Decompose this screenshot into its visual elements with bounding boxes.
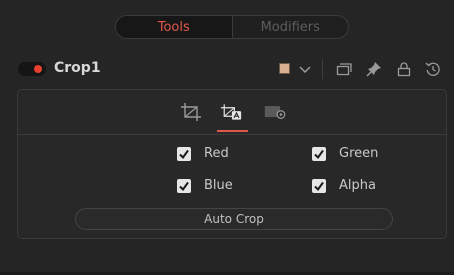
control-tabs: [18, 90, 446, 135]
reset-icon[interactable]: [424, 60, 442, 78]
chevron-down-icon[interactable]: [296, 60, 314, 78]
crop-icon[interactable]: [180, 102, 202, 122]
pin-icon[interactable]: [365, 60, 383, 78]
alpha-label: Alpha: [339, 178, 376, 193]
versions-icon[interactable]: [335, 60, 353, 78]
auto-crop-button[interactable]: Auto Crop: [75, 208, 393, 230]
lock-icon[interactable]: [395, 60, 413, 78]
inspector-tabs: Tools Modifiers: [115, 15, 349, 39]
green-label: Green: [339, 146, 379, 161]
checkmark-icon: [179, 149, 189, 159]
blue-checkbox[interactable]: [177, 178, 191, 193]
channel-green[interactable]: Green: [312, 146, 378, 161]
inspector-panel: Tools Modifiers Crop1 Red Green Blue Alp…: [0, 0, 454, 275]
tool-controls: Red Green Blue Alpha Auto Crop: [17, 89, 447, 239]
channel-alpha[interactable]: Alpha: [312, 178, 376, 193]
tool-enable-toggle[interactable]: [18, 62, 46, 76]
red-checkbox[interactable]: [177, 146, 191, 161]
active-tab-indicator: [217, 130, 248, 132]
checkmark-icon: [314, 149, 324, 159]
alpha-checkbox[interactable]: [312, 178, 326, 193]
color-swatch-icon[interactable]: [279, 63, 290, 74]
tab-modifiers[interactable]: Modifiers: [233, 16, 349, 38]
settings-icon[interactable]: [264, 102, 286, 122]
auto-crop-icon[interactable]: [220, 102, 242, 122]
tool-header: Crop1: [0, 55, 454, 83]
header-separator: [322, 59, 323, 79]
tab-tools[interactable]: Tools: [116, 16, 232, 38]
tool-name[interactable]: Crop1: [54, 60, 101, 76]
red-label: Red: [204, 146, 229, 161]
checkmark-icon: [314, 181, 324, 191]
channel-red[interactable]: Red: [177, 146, 229, 161]
blue-label: Blue: [204, 178, 233, 193]
green-checkbox[interactable]: [312, 146, 326, 161]
channel-blue[interactable]: Blue: [177, 178, 233, 193]
checkmark-icon: [179, 181, 189, 191]
